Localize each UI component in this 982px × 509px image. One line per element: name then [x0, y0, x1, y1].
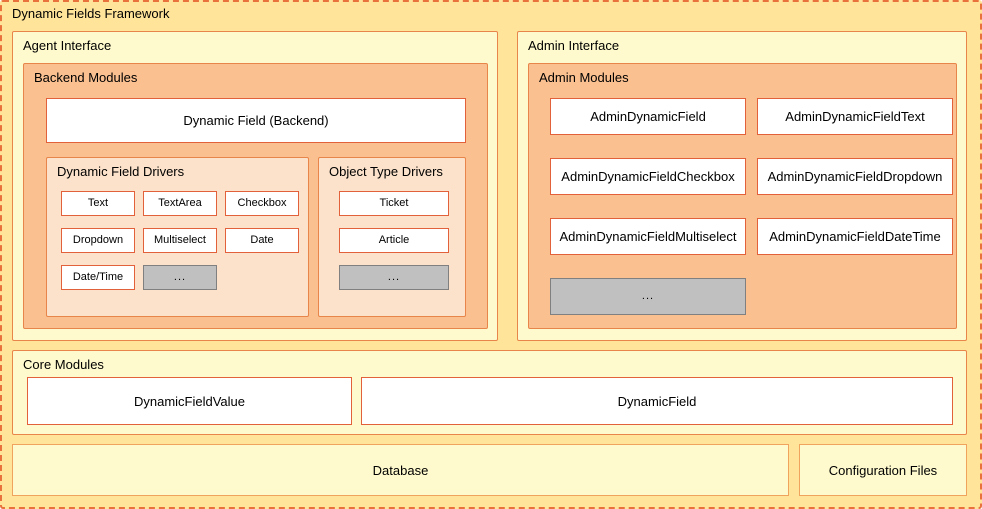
database-box[interactable]: Database [12, 444, 789, 496]
backend-modules-title: Backend Modules [34, 70, 138, 85]
object-type-box-more[interactable]: ... [339, 265, 449, 290]
object-type-drivers-title: Object Type Drivers [329, 164, 443, 179]
agent-interface-panel: Agent Interface Backend Modules Dynamic … [12, 31, 498, 341]
admin-module-box-admindynamicfieldtext[interactable]: AdminDynamicFieldText [757, 98, 953, 135]
core-modules-panel: Core Modules DynamicFieldValue DynamicFi… [12, 350, 967, 435]
core-modules-title: Core Modules [23, 357, 104, 372]
driver-box-datetime[interactable]: Date/Time [61, 265, 135, 290]
core-module-box-dynamicfield[interactable]: DynamicField [361, 377, 953, 425]
admin-module-box-admindynamicfieldcheckbox[interactable]: AdminDynamicFieldCheckbox [550, 158, 746, 195]
configuration-files-box[interactable]: Configuration Files [799, 444, 967, 496]
admin-module-box-admindynamicfielddropdown[interactable]: AdminDynamicFieldDropdown [757, 158, 953, 195]
core-module-box-dynamicfieldvalue[interactable]: DynamicFieldValue [27, 377, 352, 425]
object-type-drivers-panel: Object Type Drivers Ticket Article ... [318, 157, 466, 317]
admin-module-box-admindynamicfielddatetime[interactable]: AdminDynamicFieldDateTime [757, 218, 953, 255]
admin-interface-panel: Admin Interface Admin Modules AdminDynam… [517, 31, 967, 341]
dynamic-fields-framework-container: Dynamic Fields Framework Agent Interface… [0, 0, 982, 509]
dynamic-field-drivers-title: Dynamic Field Drivers [57, 164, 185, 179]
admin-module-box-admindynamicfieldmultiselect[interactable]: AdminDynamicFieldMultiselect [550, 218, 746, 255]
dynamic-field-backend-box[interactable]: Dynamic Field (Backend) [46, 98, 466, 143]
agent-interface-title: Agent Interface [23, 38, 112, 53]
object-type-box-article[interactable]: Article [339, 228, 449, 253]
driver-box-textarea[interactable]: TextArea [143, 191, 217, 216]
driver-box-checkbox[interactable]: Checkbox [225, 191, 299, 216]
admin-interface-title: Admin Interface [528, 38, 620, 53]
driver-box-more[interactable]: ... [143, 265, 217, 290]
diagram-canvas: Dynamic Fields Framework Agent Interface… [0, 0, 982, 509]
object-type-box-ticket[interactable]: Ticket [339, 191, 449, 216]
driver-box-date[interactable]: Date [225, 228, 299, 253]
admin-module-box-more[interactable]: ... [550, 278, 746, 315]
dynamic-field-drivers-panel: Dynamic Field Drivers Text TextArea Chec… [46, 157, 309, 317]
admin-modules-title: Admin Modules [539, 70, 629, 85]
framework-title: Dynamic Fields Framework [12, 6, 170, 21]
driver-box-multiselect[interactable]: Multiselect [143, 228, 217, 253]
admin-module-box-admindynamicfield[interactable]: AdminDynamicField [550, 98, 746, 135]
driver-box-dropdown[interactable]: Dropdown [61, 228, 135, 253]
driver-box-text[interactable]: Text [61, 191, 135, 216]
admin-modules-panel: Admin Modules AdminDynamicField AdminDyn… [528, 63, 957, 329]
backend-modules-panel: Backend Modules Dynamic Field (Backend) … [23, 63, 488, 329]
